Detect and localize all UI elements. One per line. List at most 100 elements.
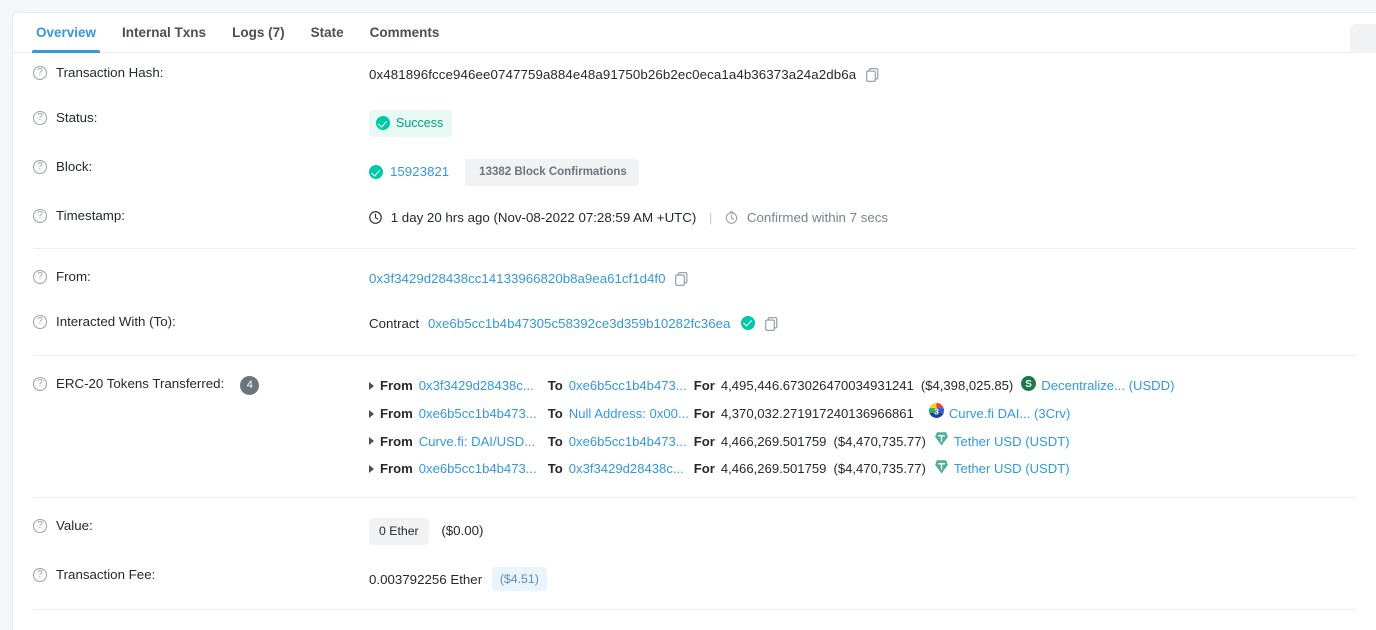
status-label: Status:: [56, 109, 98, 125]
transaction-hash-label-wrap: ? Transaction Hash:: [33, 63, 369, 80]
help-icon[interactable]: ?: [33, 519, 47, 534]
row-transaction-fee: ? Transaction Fee: 0.003792256 Ether ($4…: [13, 555, 1376, 601]
transfer-to-link[interactable]: Null Address: 0x00...: [569, 404, 694, 424]
tab-internal-txns[interactable]: Internal Txns: [109, 13, 219, 52]
transfer-from-link[interactable]: 0xe6b5cc1b4b473...: [419, 404, 537, 424]
tether-token-icon: [934, 459, 949, 480]
row-erc20-transfers: ? ERC-20 Tokens Transferred: 4 From 0x3f…: [13, 364, 1376, 490]
row-value: ? Value: 0 Ether ($0.00): [13, 506, 1376, 554]
token-transfer-row: From 0xe6b5cc1b4b473... To 0x3f3429d2843…: [369, 459, 1356, 480]
contract-address-link[interactable]: 0xe6b5cc1b4b47305c58392ce3d359b10282fc36…: [428, 316, 730, 331]
svg-text:3: 3: [934, 407, 939, 417]
overview-body: ? Transaction Hash: 0x481896fcce946ee074…: [13, 53, 1376, 611]
from-keyword: From: [380, 405, 413, 421]
token-name-link[interactable]: Decentralize... (USDD): [1041, 376, 1174, 396]
help-icon[interactable]: ?: [33, 269, 47, 284]
from-address-link[interactable]: 0x3f3429d28438cc14133966820b8a9ea61cf1d4…: [369, 271, 666, 286]
check-circle-icon: [376, 116, 390, 131]
block-label-wrap: ? Block:: [33, 157, 369, 174]
transfer-amount: 4,466,269.501759: [720, 433, 827, 449]
help-icon[interactable]: ?: [33, 314, 47, 329]
token-name-link[interactable]: Tether USD (USDT): [954, 459, 1070, 479]
to-keyword: To: [547, 378, 563, 394]
transfer-from-link[interactable]: 0x3f3429d28438c...: [419, 376, 537, 396]
value-value-wrap: 0 Ether ($0.00): [369, 516, 1356, 545]
token-name-link[interactable]: Tether USD (USDT): [954, 432, 1070, 452]
transaction-fee-value-wrap: 0.003792256 Ether ($4.51): [369, 565, 1356, 592]
value-label-wrap: ? Value:: [33, 516, 369, 534]
status-value-wrap: Success: [369, 108, 1356, 137]
from-keyword: From: [380, 378, 413, 394]
from-keyword: From: [380, 461, 413, 477]
divider-3: [33, 497, 1356, 499]
interacted-with-value-wrap: Contract 0xe6b5cc1b4b47305c58392ce3d359b…: [369, 312, 1356, 337]
block-number-link[interactable]: 15923821: [390, 162, 449, 182]
transaction-fee-usd-badge: ($4.51): [491, 566, 547, 592]
expand-caret-icon[interactable]: [369, 382, 374, 391]
help-icon[interactable]: ?: [33, 66, 47, 80]
for-keyword: For: [693, 433, 715, 449]
copy-icon[interactable]: [866, 68, 879, 88]
help-icon[interactable]: ?: [33, 567, 47, 582]
transaction-details-page: Overview Internal Txns Logs (7) State Co…: [0, 0, 1376, 630]
token-transfer-row: From 0xe6b5cc1b4b473... To Null Address:…: [369, 403, 1356, 424]
timestamp-label: Timestamp:: [56, 207, 125, 223]
tab-comments-label: Comments: [369, 25, 440, 40]
tab-comments[interactable]: Comments: [357, 13, 453, 52]
transfer-to-link[interactable]: 0x3f3429d28438c...: [569, 459, 694, 479]
transfer-amount: 4,370,032.271917240136966861: [720, 405, 914, 421]
block-line: 15923821 13382 Block Confirmations: [369, 158, 1356, 186]
help-icon[interactable]: ?: [33, 376, 47, 391]
tab-logs-label: Logs (7): [232, 25, 285, 40]
help-icon[interactable]: ?: [33, 208, 47, 223]
transfer-to-link[interactable]: 0xe6b5cc1b4b473...: [569, 432, 694, 452]
help-icon[interactable]: ?: [33, 110, 47, 125]
copy-icon[interactable]: [675, 272, 688, 292]
status-badge: Success: [369, 109, 453, 137]
erc20-count-badge: 4: [240, 375, 260, 395]
transfer-from-link[interactable]: 0xe6b5cc1b4b473...: [419, 459, 537, 479]
erc20-transfer-list: From 0x3f3429d28438c... To 0xe6b5cc1b4b4…: [369, 375, 1356, 480]
confirmations-wrap: 13382 Block Confirmations: [454, 158, 639, 186]
divider-4: [33, 609, 1356, 611]
tab-overview[interactable]: Overview: [23, 13, 109, 53]
row-timestamp: ? Timestamp: 1 day 20 hrs ago (Nov-08-20…: [13, 196, 1376, 240]
transaction-fee-label: Transaction Fee:: [56, 566, 156, 582]
row-from: ? From: 0x3f3429d28438cc14133966820b8a9e…: [13, 257, 1376, 302]
timestamp-value-wrap: 1 day 20 hrs ago (Nov-08-2022 07:28:59 A…: [369, 206, 1356, 230]
usdd-token-icon: S: [1021, 375, 1037, 397]
transaction-hash-value-wrap: 0x481896fcce946ee0747759a884e48a91750b26…: [369, 63, 1356, 88]
block-confirmations-badge: 13382 Block Confirmations: [454, 158, 639, 186]
expand-caret-icon[interactable]: [369, 437, 374, 446]
erc20-label-wrap: ? ERC-20 Tokens Transferred: 4: [33, 374, 369, 395]
divider-2: [33, 354, 1356, 356]
from-label-wrap: ? From:: [33, 267, 369, 284]
to-keyword: To: [547, 461, 563, 477]
svg-text:S: S: [1026, 379, 1033, 390]
tab-logs[interactable]: Logs (7): [219, 13, 298, 52]
tab-state-label: State: [310, 25, 344, 40]
expand-caret-icon[interactable]: [369, 409, 374, 418]
from-label: From:: [56, 268, 91, 284]
help-icon[interactable]: ?: [33, 159, 47, 174]
expand-caret-icon[interactable]: [369, 465, 374, 474]
timestamp-separator: |: [709, 209, 713, 225]
erc20-label: ERC-20 Tokens Transferred:: [56, 375, 225, 391]
tab-overflow-button[interactable]: [1350, 24, 1376, 53]
token-name-link[interactable]: Curve.fi DAI... (3Crv): [949, 404, 1071, 424]
copy-icon[interactable]: [764, 317, 778, 337]
status-badge-label: Success: [396, 115, 444, 130]
token-transfer-row: From Curve.fi: DAI/USD... To 0xe6b5cc1b4…: [369, 431, 1356, 452]
value-ether-badge: 0 Ether: [369, 518, 429, 545]
transfer-from-link[interactable]: Curve.fi: DAI/USD...: [419, 432, 537, 452]
tab-state[interactable]: State: [298, 13, 357, 52]
status-label-wrap: ? Status:: [33, 108, 369, 125]
row-block: ? Block: 15923821 13382 Block Confirmati…: [13, 147, 1376, 196]
contract-prefix: Contract: [369, 315, 420, 331]
check-circle-icon: [369, 165, 383, 180]
transfer-to-link[interactable]: 0xe6b5cc1b4b473...: [569, 376, 694, 396]
transaction-fee-label-wrap: ? Transaction Fee:: [33, 565, 369, 582]
transfer-usd-value: ($4,398,025.85): [920, 378, 1014, 394]
value-usd: ($0.00): [441, 523, 484, 539]
for-keyword: For: [693, 405, 715, 421]
